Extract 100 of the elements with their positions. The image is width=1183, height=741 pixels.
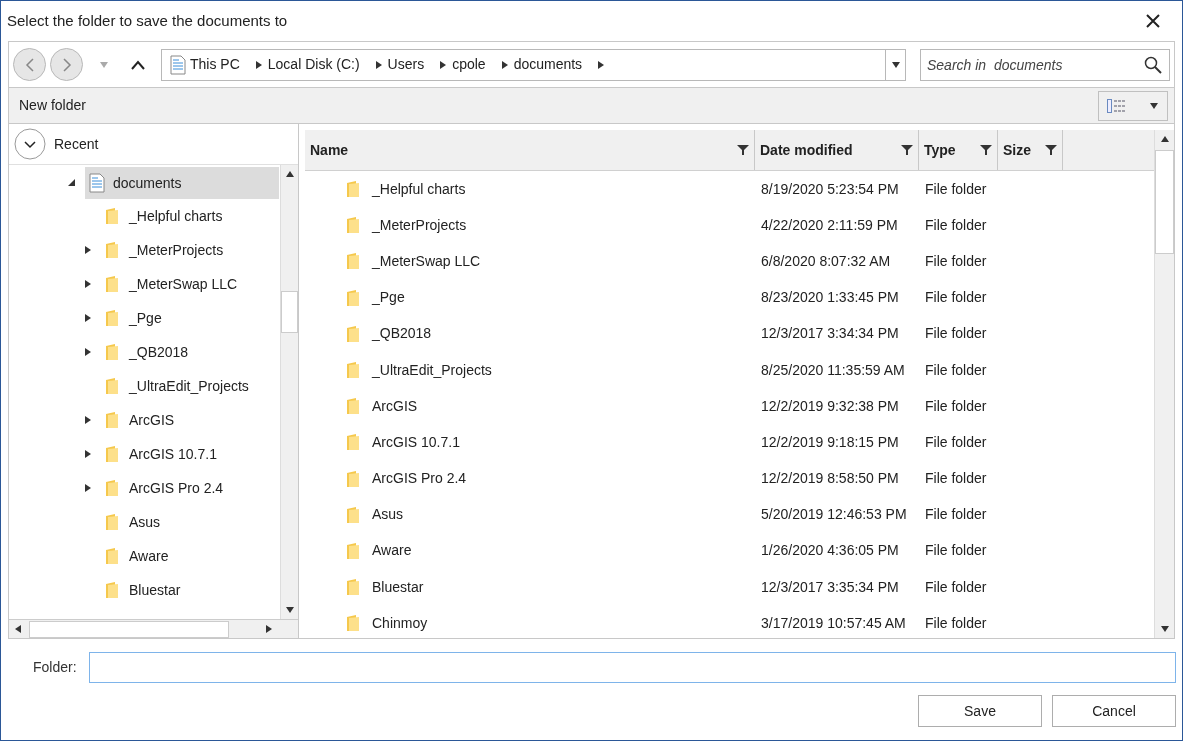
breadcrumb-item[interactable]: Users — [387, 54, 425, 75]
expand-circle-icon[interactable] — [14, 128, 46, 160]
filter-icon[interactable] — [1045, 144, 1057, 156]
search-field[interactable]: Search in documents — [920, 48, 1170, 81]
file-name[interactable]: Asus — [372, 504, 404, 526]
address-bar[interactable]: This PC Local Disk (C:) Users cpole documents — [161, 48, 906, 81]
expanded-arrow-icon[interactable] — [67, 178, 77, 188]
expand-arrow-icon[interactable] — [83, 313, 93, 323]
file-name[interactable]: ArcGIS — [372, 395, 418, 417]
table-cell-text: 12/2/2019 9:32:38 PM — [760, 396, 900, 416]
close-icon[interactable] — [1146, 14, 1160, 28]
tree-item[interactable]: _MeterProjects — [105, 233, 230, 267]
tree-item[interactable]: ArcGIS — [105, 403, 181, 437]
table-cell-text: 6/8/2020 8:07:32 AM — [760, 251, 892, 271]
column-header[interactable]: Size — [998, 130, 1063, 170]
breadcrumb-item[interactable]: Local Disk (C:) — [267, 54, 360, 75]
dropdown-icon[interactable] — [1149, 100, 1159, 111]
folder-icon — [105, 581, 119, 599]
scroll-left-icon[interactable] — [13, 624, 23, 634]
folder-icon — [105, 207, 119, 225]
tree-item[interactable]: Asus — [105, 505, 167, 539]
horizontal-scrollbar[interactable] — [9, 619, 298, 638]
file-name[interactable]: _Helpful charts — [372, 178, 466, 200]
file-name[interactable]: _QB2018 — [372, 323, 432, 345]
scroll-down-icon[interactable] — [284, 605, 295, 615]
table-cell-text: File folder — [924, 360, 988, 380]
expand-arrow-icon[interactable] — [83, 279, 93, 289]
scroll-right-icon[interactable] — [264, 624, 274, 634]
expand-arrow-icon[interactable] — [83, 415, 93, 425]
tree-item[interactable]: Bluestar — [105, 573, 187, 607]
table-cell-text: File folder — [924, 577, 988, 597]
filter-icon[interactable] — [737, 144, 749, 156]
tree-item[interactable]: ArcGIS 10.7.1 — [105, 437, 223, 471]
tree-item[interactable]: _UltraEdit_Projects — [105, 369, 255, 403]
vertical-scrollbar[interactable] — [280, 165, 298, 619]
dropdown-icon[interactable] — [890, 59, 901, 70]
chevron-left-icon — [24, 57, 35, 72]
folder-icon — [105, 377, 119, 395]
breadcrumb-item[interactable]: This PC — [190, 54, 240, 75]
tree-item[interactable]: ArcGIS Pro 2.4 — [105, 471, 230, 505]
file-name[interactable]: _UltraEdit_Projects — [372, 359, 492, 381]
breadcrumb-arrow-icon[interactable] — [253, 59, 264, 70]
tree-item[interactable]: _Pge — [105, 301, 168, 335]
tree-item[interactable]: Aware — [105, 539, 175, 573]
expand-arrow-icon[interactable] — [83, 449, 93, 459]
folder-icon — [346, 433, 360, 452]
recent-label[interactable]: Recent — [54, 133, 99, 155]
expand-arrow-icon[interactable] — [83, 245, 93, 255]
breadcrumb-item[interactable]: documents — [513, 54, 583, 75]
table-cell-text: File folder — [924, 251, 988, 271]
file-name[interactable]: ArcGIS Pro 2.4 — [372, 468, 467, 490]
table-cell-text: 12/3/2017 3:35:34 PM — [760, 577, 900, 597]
breadcrumb-arrow-icon[interactable] — [499, 59, 510, 70]
tree-item[interactable]: _QB2018 — [105, 335, 195, 369]
column-header[interactable]: Name — [305, 130, 755, 170]
file-name[interactable]: Aware — [372, 540, 412, 562]
new-folder-button[interactable]: New folder — [19, 95, 86, 116]
column-header[interactable]: Date modified — [755, 130, 919, 170]
tree-item[interactable]: documents — [85, 167, 279, 199]
scrollbar-thumb[interactable] — [29, 620, 229, 638]
file-name[interactable]: ArcGIS 10.7.1 — [372, 431, 460, 453]
scroll-down-icon[interactable] — [1159, 624, 1170, 634]
expand-arrow-icon[interactable] — [83, 483, 93, 493]
scrollbar-thumb[interactable] — [1155, 150, 1174, 254]
breadcrumb-item[interactable]: cpole — [452, 54, 486, 75]
folder-icon — [105, 479, 119, 497]
tree-item[interactable]: _Helpful charts — [105, 199, 229, 233]
table-cell-text: File folder — [924, 505, 988, 525]
vertical-scrollbar[interactable] — [1154, 130, 1174, 638]
table-cell-text: 5/20/2019 12:46:53 PM — [760, 505, 908, 525]
scroll-up-icon[interactable] — [1159, 134, 1170, 144]
up-icon[interactable] — [131, 59, 145, 70]
filter-icon[interactable] — [901, 144, 913, 156]
folder-icon — [346, 324, 360, 343]
folder-input[interactable] — [88, 651, 1176, 683]
file-name[interactable]: _Pge — [372, 287, 405, 309]
column-header[interactable]: Type — [919, 130, 998, 170]
folder-icon — [105, 275, 119, 293]
folder-icon — [346, 216, 360, 235]
cancel-button[interactable]: Cancel — [1052, 695, 1176, 727]
table-cell-text: 8/23/2020 1:33:45 PM — [760, 288, 900, 308]
breadcrumb-arrow-icon[interactable] — [373, 59, 384, 70]
tree-item[interactable]: _MeterSwap LLC — [105, 267, 244, 301]
expand-arrow-icon[interactable] — [83, 347, 93, 357]
save-button[interactable]: Save — [918, 695, 1042, 727]
table-cell-text: File folder — [924, 288, 988, 308]
document-icon — [89, 173, 105, 193]
file-name[interactable]: Bluestar — [372, 576, 424, 598]
chevron-right-icon — [61, 57, 72, 72]
scrollbar-thumb[interactable] — [281, 291, 298, 333]
document-icon — [170, 54, 186, 75]
file-name[interactable]: _MeterProjects — [372, 214, 467, 236]
folder-icon — [346, 541, 360, 560]
filter-icon[interactable] — [980, 144, 992, 156]
folder-icon — [105, 309, 119, 327]
file-name[interactable]: _MeterSwap LLC — [372, 250, 481, 272]
window-title: Select the folder to save the documents to — [7, 10, 288, 31]
search-icon[interactable] — [1144, 55, 1162, 74]
file-name[interactable]: Chinmoy — [372, 612, 428, 634]
scroll-up-icon[interactable] — [284, 169, 295, 179]
